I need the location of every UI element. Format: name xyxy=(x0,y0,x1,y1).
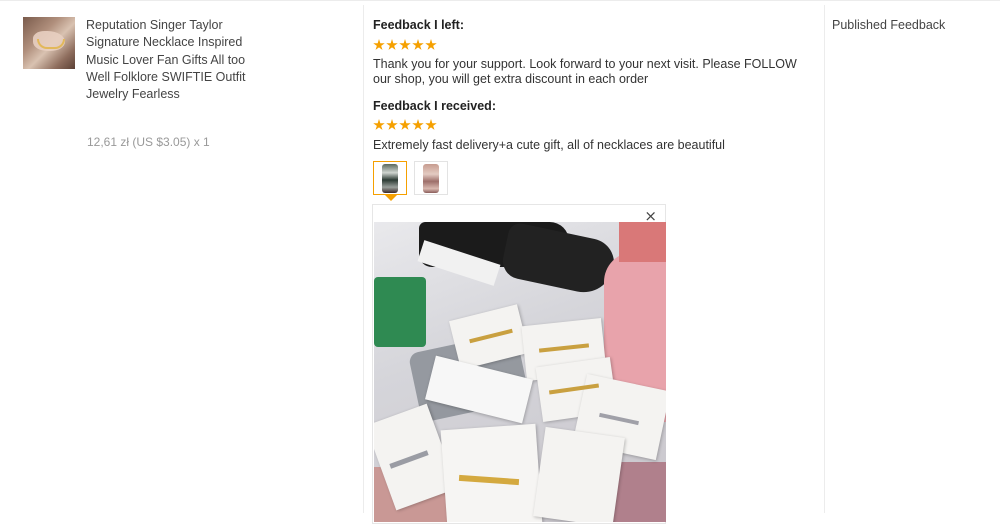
star-icon xyxy=(399,119,411,130)
feedback-left-stars xyxy=(373,39,437,51)
star-icon xyxy=(373,39,385,50)
feedback-photo-large[interactable] xyxy=(374,222,666,522)
star-icon xyxy=(425,119,437,130)
column-divider xyxy=(824,5,825,513)
feedback-left-text: Thank you for your support. Look forward… xyxy=(373,57,797,86)
feedback-received-text: Extremely fast delivery+a cute gift, all… xyxy=(373,138,725,152)
product-price: 12,61 zł (US $3.05) x 1 xyxy=(87,135,210,149)
photo-viewer: × xyxy=(372,204,666,524)
star-icon xyxy=(399,39,411,50)
product-title[interactable]: Reputation Singer Taylor Signature Neckl… xyxy=(86,17,251,103)
star-icon xyxy=(386,39,398,50)
feedback-photo-thumb-2[interactable] xyxy=(414,161,448,195)
feedback-left-heading: Feedback I left: xyxy=(373,18,464,32)
selected-photo-indicator xyxy=(385,195,397,201)
star-icon xyxy=(412,119,424,130)
star-icon xyxy=(373,119,385,130)
column-divider xyxy=(363,5,364,513)
star-icon xyxy=(412,39,424,50)
feedback-row: Reputation Singer Taylor Signature Neckl… xyxy=(0,0,1000,524)
feedback-received-heading: Feedback I received: xyxy=(373,99,496,113)
feedback-photo-thumb-1[interactable] xyxy=(373,161,407,195)
star-icon xyxy=(425,39,437,50)
product-thumbnail[interactable] xyxy=(23,17,75,69)
feedback-received-stars xyxy=(373,119,437,131)
star-icon xyxy=(386,119,398,130)
feedback-status: Published Feedback xyxy=(832,18,946,32)
